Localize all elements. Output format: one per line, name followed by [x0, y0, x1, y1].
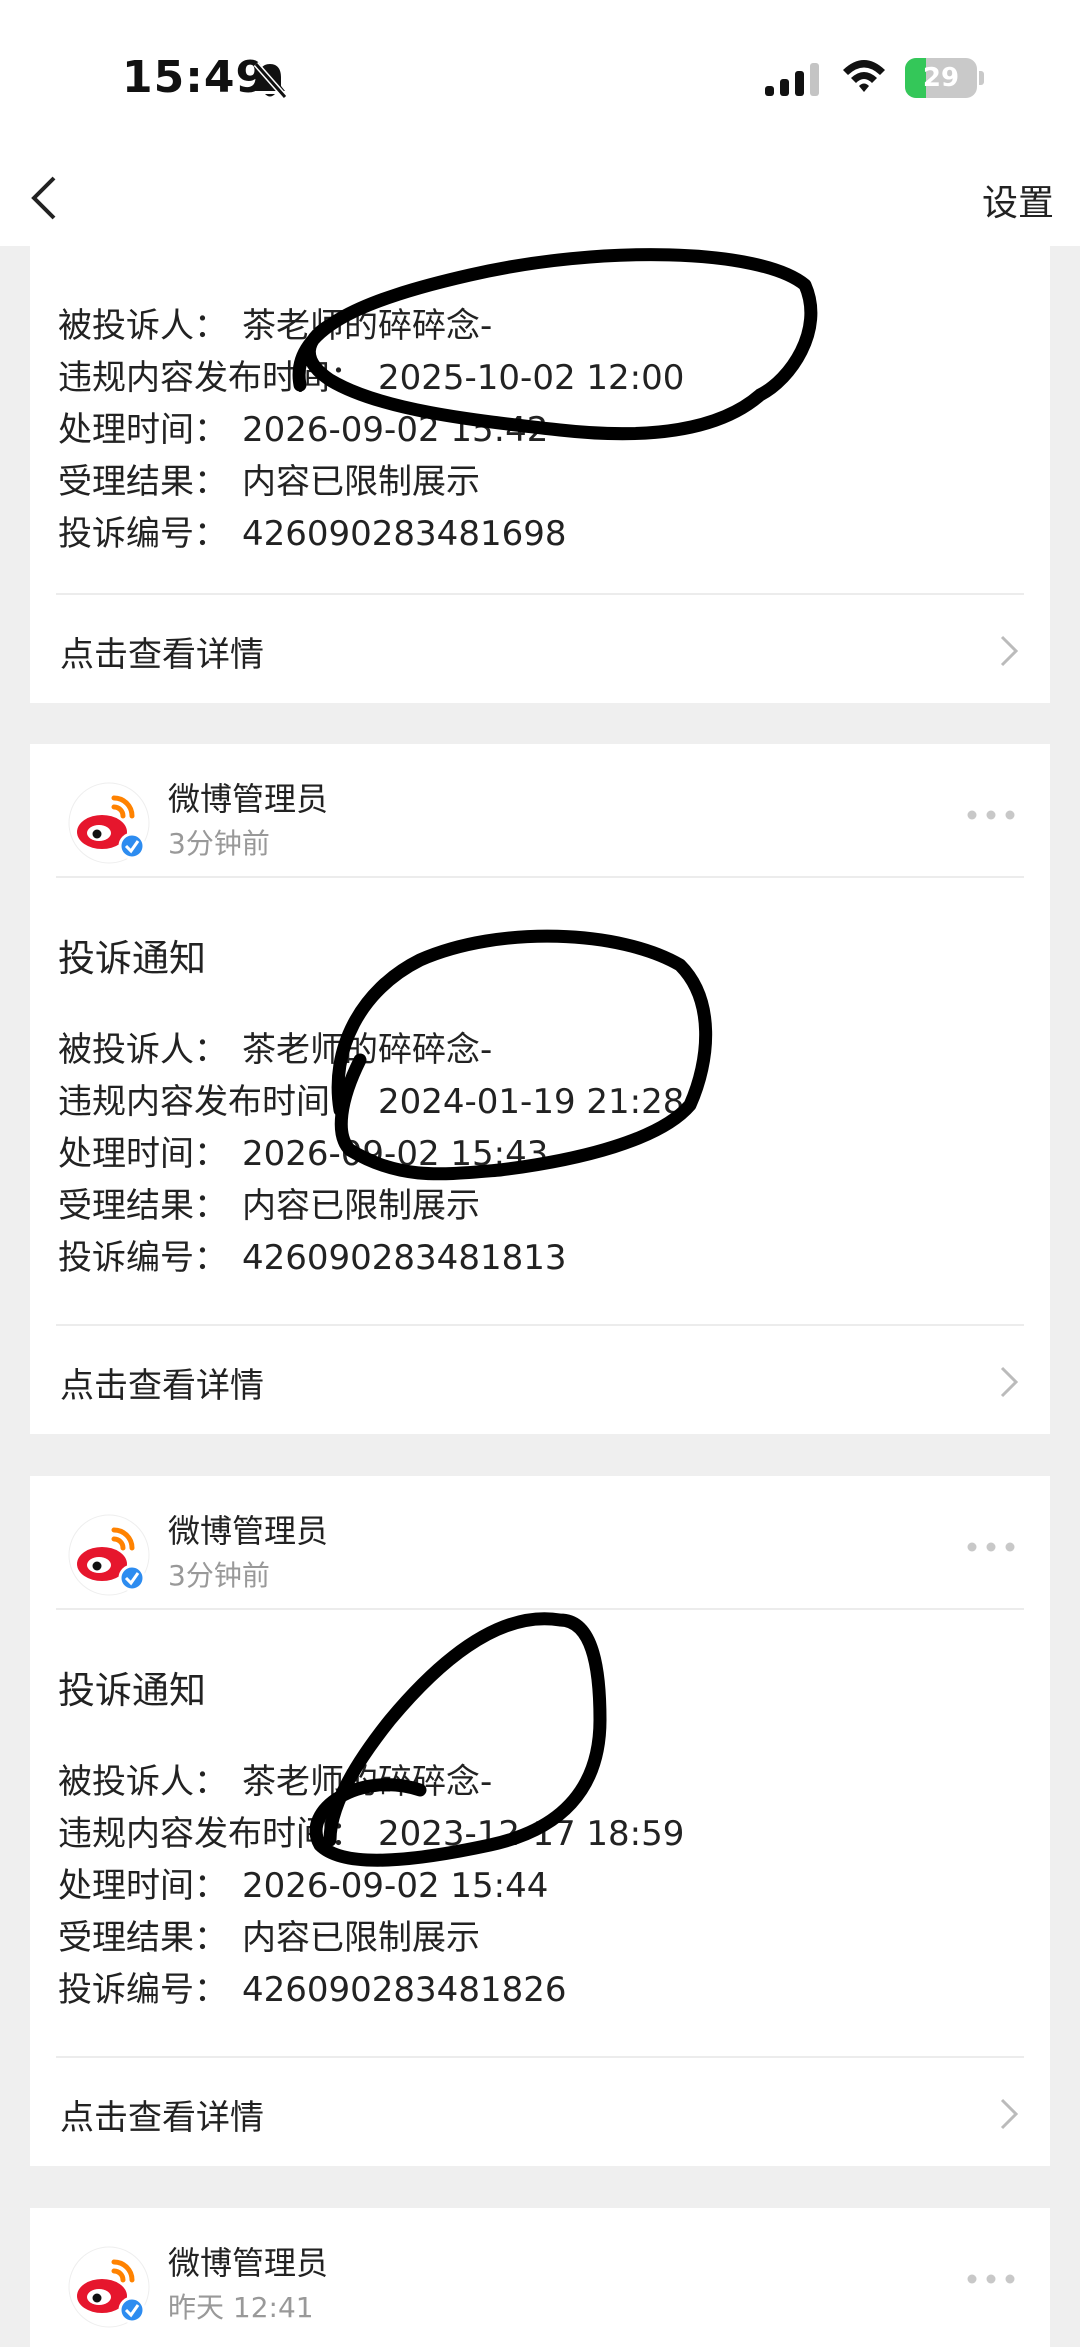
- view-details-label: 点击查看详情: [60, 635, 264, 675]
- result-label: 受理结果：: [58, 1918, 228, 1958]
- card-header: 微博管理员 昨天 12:41: [30, 2208, 1050, 2340]
- status-time: 15:49: [122, 52, 268, 103]
- complaint-id-row: 投诉编号： 426090283481826: [58, 1962, 566, 2011]
- view-details-button[interactable]: 点击查看详情: [30, 595, 1050, 705]
- chevron-right-icon: [1000, 635, 1019, 667]
- sender-name[interactable]: 微博管理员: [168, 2238, 328, 2284]
- process-time-value: 2026-09-02 15:42: [242, 410, 549, 450]
- complaint-id-label: 投诉编号：: [58, 1238, 228, 1278]
- complaint-card: 微博管理员 昨天 12:41: [30, 2208, 1050, 2347]
- complaint-card: 微博管理员 3分钟前 投诉通知 被投诉人： 茶老师的碎碎念- 违规内容发布时间： 2…: [30, 744, 1050, 1434]
- result-row: 受理结果： 内容已限制展示: [58, 1178, 480, 1227]
- battery-cap: [979, 71, 984, 85]
- chevron-right-icon: [1000, 2098, 1019, 2130]
- card-title: 投诉通知: [58, 937, 206, 980]
- view-details-label: 点击查看详情: [60, 1366, 264, 1406]
- complaint-id-label: 投诉编号：: [58, 1970, 228, 2010]
- sender-name[interactable]: 微博管理员: [168, 1506, 328, 1552]
- result-value: 内容已限制展示: [242, 462, 480, 502]
- result-row: 受理结果： 内容已限制展示: [58, 454, 480, 503]
- card-header: 微博管理员 3分钟前: [30, 744, 1050, 878]
- chevron-right-icon: [1000, 1366, 1019, 1398]
- weibo-logo-avatar-icon[interactable]: [68, 782, 150, 864]
- message-time: 3分钟前: [168, 1559, 270, 1592]
- battery-level: 29: [922, 63, 960, 93]
- publish-time-row: 违规内容发布时间： 2023-12-17 18:59: [58, 1806, 684, 1855]
- respondent-row: 被投诉人： 茶老师的碎碎念-: [58, 1754, 492, 1803]
- complaint-id-row: 投诉编号： 426090283481813: [58, 1230, 566, 1279]
- battery-indicator: 29: [905, 58, 984, 98]
- header-divider: [56, 876, 1024, 878]
- result-label: 受理结果：: [58, 1186, 228, 1226]
- bell-muted-icon: [253, 62, 288, 99]
- view-details-label: 点击查看详情: [60, 2098, 264, 2138]
- respondent-value: 茶老师的碎碎念-: [242, 1762, 493, 1802]
- result-value: 内容已限制展示: [242, 1186, 480, 1226]
- complaint-id-row: 投诉编号： 426090283481698: [58, 506, 566, 555]
- publish-time-value: 2025-10-02 12:00: [378, 358, 685, 398]
- result-row: 受理结果： 内容已限制展示: [58, 1910, 480, 1959]
- respondent-label: 被投诉人：: [58, 1762, 228, 1802]
- more-options-icon[interactable]: [966, 2272, 1016, 2286]
- view-details-button[interactable]: 点击查看详情: [30, 1326, 1050, 1436]
- complaint-id-value: 426090283481826: [242, 1970, 567, 2010]
- publish-time-value: 2023-12-17 18:59: [378, 1814, 685, 1854]
- message-time: 昨天 12:41: [168, 2291, 314, 2324]
- process-time-label: 处理时间：: [58, 1866, 228, 1906]
- message-time: 3分钟前: [168, 827, 270, 860]
- complaint-card: 微博管理员 3分钟前 投诉通知 被投诉人： 茶老师的碎碎念- 违规内容发布时间： 2…: [30, 1476, 1050, 2166]
- respondent-label: 被投诉人：: [58, 306, 228, 346]
- complaint-id-value: 426090283481698: [242, 514, 567, 554]
- header-divider: [56, 1608, 1024, 1610]
- card-header: 微博管理员 3分钟前: [30, 1476, 1050, 1610]
- result-value: 内容已限制展示: [242, 1918, 480, 1958]
- result-label: 受理结果：: [58, 462, 228, 502]
- respondent-value: 茶老师的碎碎念-: [242, 1030, 493, 1070]
- publish-time-label: 违规内容发布时间：: [58, 1082, 364, 1122]
- cellular-signal-icon: [765, 63, 819, 96]
- publish-time-row: 违规内容发布时间： 2025-10-02 12:00: [58, 350, 684, 399]
- respondent-row: 被投诉人： 茶老师的碎碎念-: [58, 1022, 492, 1071]
- process-time-value: 2026-09-02 15:43: [242, 1134, 549, 1174]
- sender-name[interactable]: 微博管理员: [168, 774, 328, 820]
- chevron-left-icon[interactable]: [24, 172, 64, 224]
- more-options-icon[interactable]: [966, 808, 1016, 822]
- weibo-logo-avatar-icon[interactable]: [68, 2246, 150, 2328]
- process-time-label: 处理时间：: [58, 410, 228, 450]
- status-bar: 15:49 29: [0, 0, 1080, 150]
- respondent-value: 茶老师的碎碎念-: [242, 306, 493, 346]
- process-time-row: 处理时间： 2026-09-02 15:43: [58, 1126, 548, 1175]
- view-details-button[interactable]: 点击查看详情: [30, 2058, 1050, 2168]
- process-time-row: 处理时间： 2026-09-02 15:44: [58, 1858, 548, 1907]
- respondent-label: 被投诉人：: [58, 1030, 228, 1070]
- publish-time-label: 违规内容发布时间：: [58, 1814, 364, 1854]
- publish-time-row: 违规内容发布时间： 2024-01-19 21:28: [58, 1074, 684, 1123]
- process-time-value: 2026-09-02 15:44: [242, 1866, 549, 1906]
- nav-bar: 设置: [0, 150, 1080, 246]
- process-time-row: 处理时间： 2026-09-02 15:42: [58, 402, 548, 451]
- publish-time-value: 2024-01-19 21:28: [378, 1082, 685, 1122]
- complaint-id-label: 投诉编号：: [58, 514, 228, 554]
- complaint-card: 被投诉人： 茶老师的碎碎念- 违规内容发布时间： 2025-10-02 12:00 …: [30, 246, 1050, 703]
- complaint-id-value: 426090283481813: [242, 1238, 567, 1278]
- settings-button[interactable]: 设置: [982, 174, 1054, 226]
- wifi-icon: [843, 60, 885, 92]
- process-time-label: 处理时间：: [58, 1134, 228, 1174]
- weibo-logo-avatar-icon[interactable]: [68, 1514, 150, 1596]
- battery-body: 29: [905, 58, 977, 98]
- respondent-row: 被投诉人： 茶老师的碎碎念-: [58, 298, 492, 347]
- publish-time-label: 违规内容发布时间：: [58, 358, 364, 398]
- card-title: 投诉通知: [58, 1669, 206, 1712]
- more-options-icon[interactable]: [966, 1540, 1016, 1554]
